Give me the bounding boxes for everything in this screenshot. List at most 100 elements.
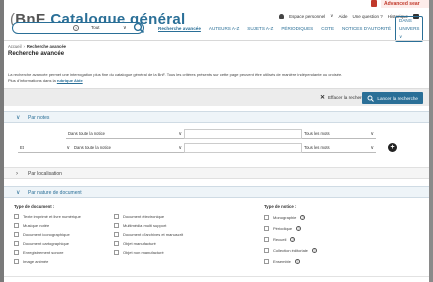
criteria-value-input[interactable]	[184, 143, 302, 153]
operator-select-value: Et	[20, 145, 24, 150]
field-select-value: Dans toute la notice	[74, 145, 112, 150]
chevron-down-icon[interactable]: ∨	[330, 13, 333, 19]
chevron-down-icon: ∨	[370, 131, 374, 137]
checkbox[interactable]	[114, 213, 119, 219]
doc-type-checkbox[interactable]: Musique notée	[14, 222, 49, 228]
checkbox-label: Document électronique	[123, 213, 165, 219]
info-icon[interactable]: ?	[300, 214, 306, 220]
doc-type-checkbox[interactable]: Document cartographique	[14, 240, 69, 246]
checkbox[interactable]	[14, 249, 19, 255]
help-link[interactable]: Aide	[338, 14, 347, 19]
chevron-down-icon: ∨	[66, 145, 70, 151]
chevron-down-icon: ∨	[178, 131, 182, 137]
checkbox[interactable]	[264, 247, 269, 253]
nav-advanced-search[interactable]: Recherche avancée	[154, 24, 205, 33]
notice-type-checkbox[interactable]: Monographie?	[264, 214, 306, 220]
section-bottom-divider	[4, 276, 429, 277]
checkbox[interactable]	[264, 236, 269, 242]
add-criteria-button[interactable]: +	[388, 143, 397, 152]
breadcrumb-home[interactable]: Accueil	[8, 44, 22, 49]
location-section-header[interactable]: › Par localisation	[4, 167, 429, 179]
field-select[interactable]: Dans toute la notice ∨	[66, 129, 184, 139]
search-input[interactable]: ? Tout ∨	[12, 22, 144, 34]
search-button[interactable]	[132, 22, 146, 34]
field-select[interactable]: Dans toute la notice ∨	[72, 143, 184, 153]
search-help-icon[interactable]: ?	[73, 25, 79, 31]
checkbox-label: Image animée	[23, 258, 49, 264]
question-link[interactable]: Une question ?	[352, 14, 382, 19]
checkbox-label: Enregistrement sonore	[23, 249, 64, 255]
field-select-value: Dans toute la notice	[68, 131, 106, 136]
doc-type-section-header[interactable]: ∨ Par nature de document	[4, 186, 429, 198]
help-section-link[interactable]: rubrique Aide	[57, 78, 83, 83]
doc-type-checkbox[interactable]: Texte imprimé et livre numérique	[14, 213, 81, 219]
checkbox[interactable]	[14, 231, 19, 237]
notice-type-checkbox[interactable]: Ensemble?	[264, 258, 300, 264]
match-select-value: Tous les mots	[304, 145, 330, 150]
notice-type-checkbox[interactable]: Collection éditoriale?	[264, 247, 317, 253]
match-select[interactable]: Tous les mots ∨	[302, 143, 376, 153]
doc-type-checkbox[interactable]: Enregistrement sonore	[14, 249, 63, 255]
criteria-section-header[interactable]: ∨ Par notes	[4, 111, 429, 123]
nav-periodicals[interactable]: PÉRIODIQUES	[277, 24, 317, 33]
nav-authors[interactable]: AUTEURS A-Z	[205, 24, 243, 33]
chevron-down-icon: ∨	[178, 145, 182, 151]
breadcrumb: Accueil › Recherche avancée	[8, 44, 66, 49]
search-scope-select[interactable]: Tout	[91, 25, 100, 30]
checkbox-label: Document cartographique	[23, 240, 70, 246]
checkbox[interactable]	[14, 213, 19, 219]
nav-subjects[interactable]: SUJETS A-Z	[243, 24, 277, 33]
checkbox-label: Recueil	[273, 236, 287, 242]
search-icon	[367, 95, 375, 102]
nav-shelfmark[interactable]: COTE	[317, 24, 338, 33]
intro-line-2: Plus d'informations dans la rubrique Aid…	[8, 78, 421, 84]
doc-type-checkbox[interactable]: Multimédia multi support	[114, 222, 166, 228]
info-icon[interactable]: ?	[296, 225, 302, 231]
chevron-down-icon[interactable]: ∨	[123, 25, 127, 31]
checkbox[interactable]	[264, 225, 269, 231]
checkbox-label: Multimédia multi support	[123, 222, 167, 228]
nav-authority-records[interactable]: NOTICES D'AUTORITÉ	[338, 24, 395, 33]
checkbox[interactable]	[264, 258, 269, 264]
checkbox-label: Texte imprimé et livre numérique	[23, 213, 81, 219]
personal-space-link[interactable]: Espace personnel	[289, 14, 325, 19]
checkbox-label: Objet non manufacturé	[123, 249, 164, 255]
checkbox[interactable]	[114, 249, 119, 255]
main-nav: Recherche avancée AUTEURS A-Z SUJETS A-Z…	[154, 15, 424, 42]
checkbox[interactable]	[14, 222, 19, 228]
close-icon: ✕	[319, 95, 325, 101]
checkbox[interactable]	[114, 222, 119, 228]
user-icon	[279, 13, 285, 19]
notice-type-checkbox[interactable]: Périodique?	[264, 225, 302, 231]
match-select[interactable]: Tous les mots ∨	[302, 129, 376, 139]
checkbox[interactable]	[114, 240, 119, 246]
doc-type-checkbox[interactable]: Objet manufacturé	[114, 240, 156, 246]
info-icon[interactable]: ?	[311, 247, 317, 253]
criteria-value-input[interactable]	[184, 129, 302, 139]
checkbox-label: Monographie	[273, 214, 297, 220]
doc-type-checkbox[interactable]: Document d'archives et manuscrit	[114, 231, 183, 237]
checkbox[interactable]	[14, 258, 19, 264]
info-icon[interactable]: ?	[294, 258, 300, 264]
browser-tab-advanced-search[interactable]: Advanced sear	[381, 0, 429, 8]
universes-dropdown[interactable]: DANS UNIVERS ∨	[395, 15, 424, 42]
checkbox-label: Objet manufacturé	[123, 240, 156, 246]
notice-type-checkbox[interactable]: Recueil?	[264, 236, 296, 242]
breadcrumb-separator: ›	[23, 44, 25, 49]
info-icon[interactable]: ?	[290, 236, 296, 242]
checkbox[interactable]	[14, 240, 19, 246]
doc-type-checkbox[interactable]: Document électronique	[114, 213, 164, 219]
operator-select[interactable]: Et ∨	[18, 143, 72, 153]
checkbox[interactable]	[114, 231, 119, 237]
doc-type-checkbox[interactable]: Image animée	[14, 258, 48, 264]
criteria-row: Et ∨ Dans toute la notice ∨ Tous les mots ∨…	[8, 143, 425, 153]
doc-type-checkbox[interactable]: Document iconographique	[14, 231, 70, 237]
launch-search-label: Lancer la recherche	[377, 95, 418, 101]
checkbox[interactable]	[264, 214, 269, 220]
criteria-row: Dans toute la notice ∨ Tous les mots ∨	[8, 129, 425, 139]
intro-line-2-prefix: Plus d'informations dans la	[8, 77, 56, 83]
launch-search-button[interactable]: Lancer la recherche	[362, 92, 423, 104]
doc-type-checkbox[interactable]: Objet non manufacturé	[114, 249, 164, 255]
site-header: (BnF Catalogue général Espace personnel ∨…	[4, 8, 429, 42]
chevron-down-icon: ∨	[16, 190, 21, 196]
